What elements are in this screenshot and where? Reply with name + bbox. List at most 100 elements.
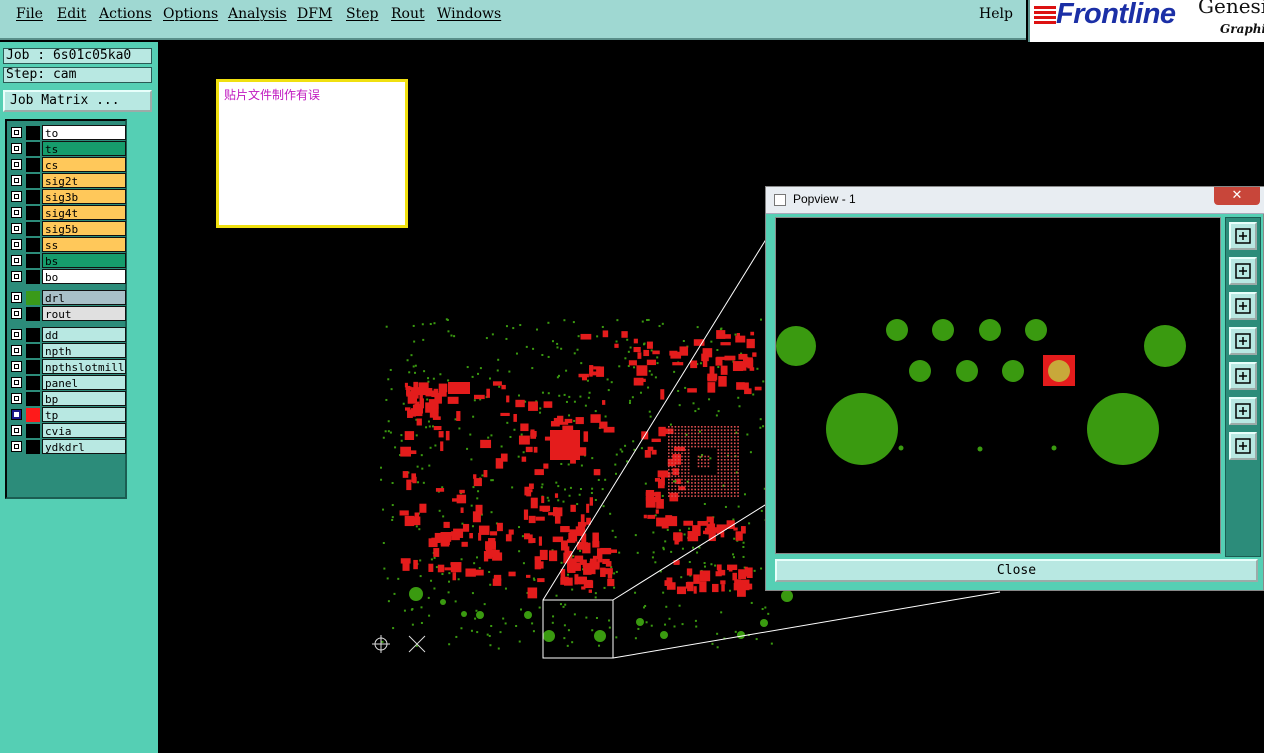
- menu-step[interactable]: Step: [346, 6, 378, 22]
- menu-analysis[interactable]: Analysis: [228, 6, 287, 22]
- layer-color-swatch[interactable]: [26, 424, 40, 438]
- layer-row-sig4t[interactable]: sig4t: [9, 205, 126, 220]
- layer-name[interactable]: ydkdrl: [42, 439, 126, 454]
- menu-rout[interactable]: Rout: [391, 6, 425, 22]
- layer-checkbox[interactable]: [11, 292, 22, 303]
- layer-checkbox[interactable]: [11, 329, 22, 340]
- layer-name[interactable]: to: [42, 125, 126, 140]
- layer-row-tp[interactable]: tp: [9, 407, 126, 422]
- layer-row-npth[interactable]: npth: [9, 343, 126, 358]
- menu-dfm[interactable]: DFM: [297, 6, 332, 22]
- layer-color-swatch[interactable]: [26, 440, 40, 454]
- layer-color-swatch[interactable]: [26, 190, 40, 204]
- layer-name[interactable]: rout: [42, 306, 126, 321]
- layer-checkbox[interactable]: [11, 393, 22, 404]
- menu-help[interactable]: Help: [979, 6, 1013, 22]
- layer-name[interactable]: npth: [42, 343, 126, 358]
- pan-down-icon[interactable]: [1229, 292, 1257, 320]
- layer-color-swatch[interactable]: [26, 270, 40, 284]
- layer-row-bo[interactable]: bo: [9, 269, 126, 284]
- zoom-window-icon[interactable]: [1229, 222, 1257, 250]
- job-matrix-button[interactable]: Job Matrix ...: [3, 90, 152, 112]
- close-button[interactable]: Close: [775, 559, 1258, 582]
- layer-checkbox[interactable]: [11, 239, 22, 250]
- layer-name[interactable]: sig5b: [42, 221, 126, 236]
- layer-color-swatch[interactable]: [26, 376, 40, 390]
- layer-checkbox[interactable]: [11, 175, 22, 186]
- menu-file[interactable]: File: [16, 6, 43, 22]
- close-icon[interactable]: ✕: [1214, 187, 1260, 205]
- layer-name[interactable]: cs: [42, 157, 126, 172]
- pan-right-icon[interactable]: [1229, 362, 1257, 390]
- layer-row-bs[interactable]: bs: [9, 253, 126, 268]
- layer-name[interactable]: dd: [42, 327, 126, 342]
- menu-edit[interactable]: Edit: [57, 6, 86, 22]
- popview-titlebar[interactable]: Popview - 1 ✕: [766, 187, 1264, 214]
- layer-row-ts[interactable]: ts: [9, 141, 126, 156]
- layer-checkbox[interactable]: [11, 308, 22, 319]
- layer-color-swatch[interactable]: [26, 222, 40, 236]
- layer-name[interactable]: sig3b: [42, 189, 126, 204]
- pan-left-icon[interactable]: [1229, 327, 1257, 355]
- layer-checkbox[interactable]: [11, 159, 22, 170]
- layer-name[interactable]: cvia: [42, 423, 126, 438]
- layer-row-to[interactable]: to: [9, 125, 126, 140]
- layer-color-swatch[interactable]: [26, 392, 40, 406]
- layer-checkbox[interactable]: [11, 425, 22, 436]
- layer-name[interactable]: ts: [42, 141, 126, 156]
- layer-row-drl[interactable]: drl: [9, 290, 126, 305]
- layer-color-swatch[interactable]: [26, 254, 40, 268]
- layer-name[interactable]: panel: [42, 375, 126, 390]
- layer-color-swatch[interactable]: [26, 142, 40, 156]
- layer-row-panel[interactable]: panel: [9, 375, 126, 390]
- layer-color-swatch[interactable]: [26, 408, 40, 422]
- menu-options[interactable]: Options: [163, 6, 218, 22]
- layer-row-cs[interactable]: cs: [9, 157, 126, 172]
- layer-checkbox[interactable]: [11, 223, 22, 234]
- layer-checkbox[interactable]: [11, 207, 22, 218]
- layer-color-swatch[interactable]: [26, 206, 40, 220]
- menu-actions[interactable]: Actions: [99, 6, 152, 22]
- layer-name[interactable]: tp: [42, 407, 126, 422]
- layer-checkbox[interactable]: [11, 345, 22, 356]
- layer-row-rout[interactable]: rout: [9, 306, 126, 321]
- layer-checkbox[interactable]: [11, 255, 22, 266]
- layer-checkbox[interactable]: [11, 377, 22, 388]
- zoom-out-icon[interactable]: [1229, 397, 1257, 425]
- layer-row-sig2t[interactable]: sig2t: [9, 173, 126, 188]
- layer-color-swatch[interactable]: [26, 174, 40, 188]
- zoom-fit-icon[interactable]: [1229, 432, 1257, 460]
- layer-color-swatch[interactable]: [26, 126, 40, 140]
- layer-color-swatch[interactable]: [26, 291, 40, 305]
- layer-name[interactable]: npthslotmill: [42, 359, 126, 374]
- layer-row-sig5b[interactable]: sig5b: [9, 221, 126, 236]
- layer-checkbox[interactable]: [11, 143, 22, 154]
- layer-color-swatch[interactable]: [26, 328, 40, 342]
- layer-checkbox[interactable]: [11, 271, 22, 282]
- layer-row-sig3b[interactable]: sig3b: [9, 189, 126, 204]
- layer-name[interactable]: sig2t: [42, 173, 126, 188]
- layer-color-swatch[interactable]: [26, 158, 40, 172]
- layer-row-ydkdrl[interactable]: ydkdrl: [9, 439, 126, 454]
- layer-checkbox[interactable]: [11, 441, 22, 452]
- pan-up-icon[interactable]: [1229, 257, 1257, 285]
- layer-color-swatch[interactable]: [26, 238, 40, 252]
- layer-color-swatch[interactable]: [26, 307, 40, 321]
- layer-name[interactable]: drl: [42, 290, 126, 305]
- layer-row-cvia[interactable]: cvia: [9, 423, 126, 438]
- layer-row-dd[interactable]: dd: [9, 327, 126, 342]
- layer-row-bp[interactable]: bp: [9, 391, 126, 406]
- layer-checkbox[interactable]: [11, 191, 22, 202]
- layer-color-swatch[interactable]: [26, 360, 40, 374]
- layer-row-npthslotmill[interactable]: npthslotmill: [9, 359, 126, 374]
- layer-name[interactable]: sig4t: [42, 205, 126, 220]
- layer-row-ss[interactable]: ss: [9, 237, 126, 252]
- layer-name[interactable]: bp: [42, 391, 126, 406]
- popview-canvas[interactable]: [775, 217, 1221, 554]
- layer-name[interactable]: ss: [42, 237, 126, 252]
- layer-checkbox[interactable]: [11, 361, 22, 372]
- layer-name[interactable]: bo: [42, 269, 126, 284]
- layer-checkbox[interactable]: [11, 409, 22, 420]
- menu-windows[interactable]: Windows: [437, 6, 501, 22]
- layer-name[interactable]: bs: [42, 253, 126, 268]
